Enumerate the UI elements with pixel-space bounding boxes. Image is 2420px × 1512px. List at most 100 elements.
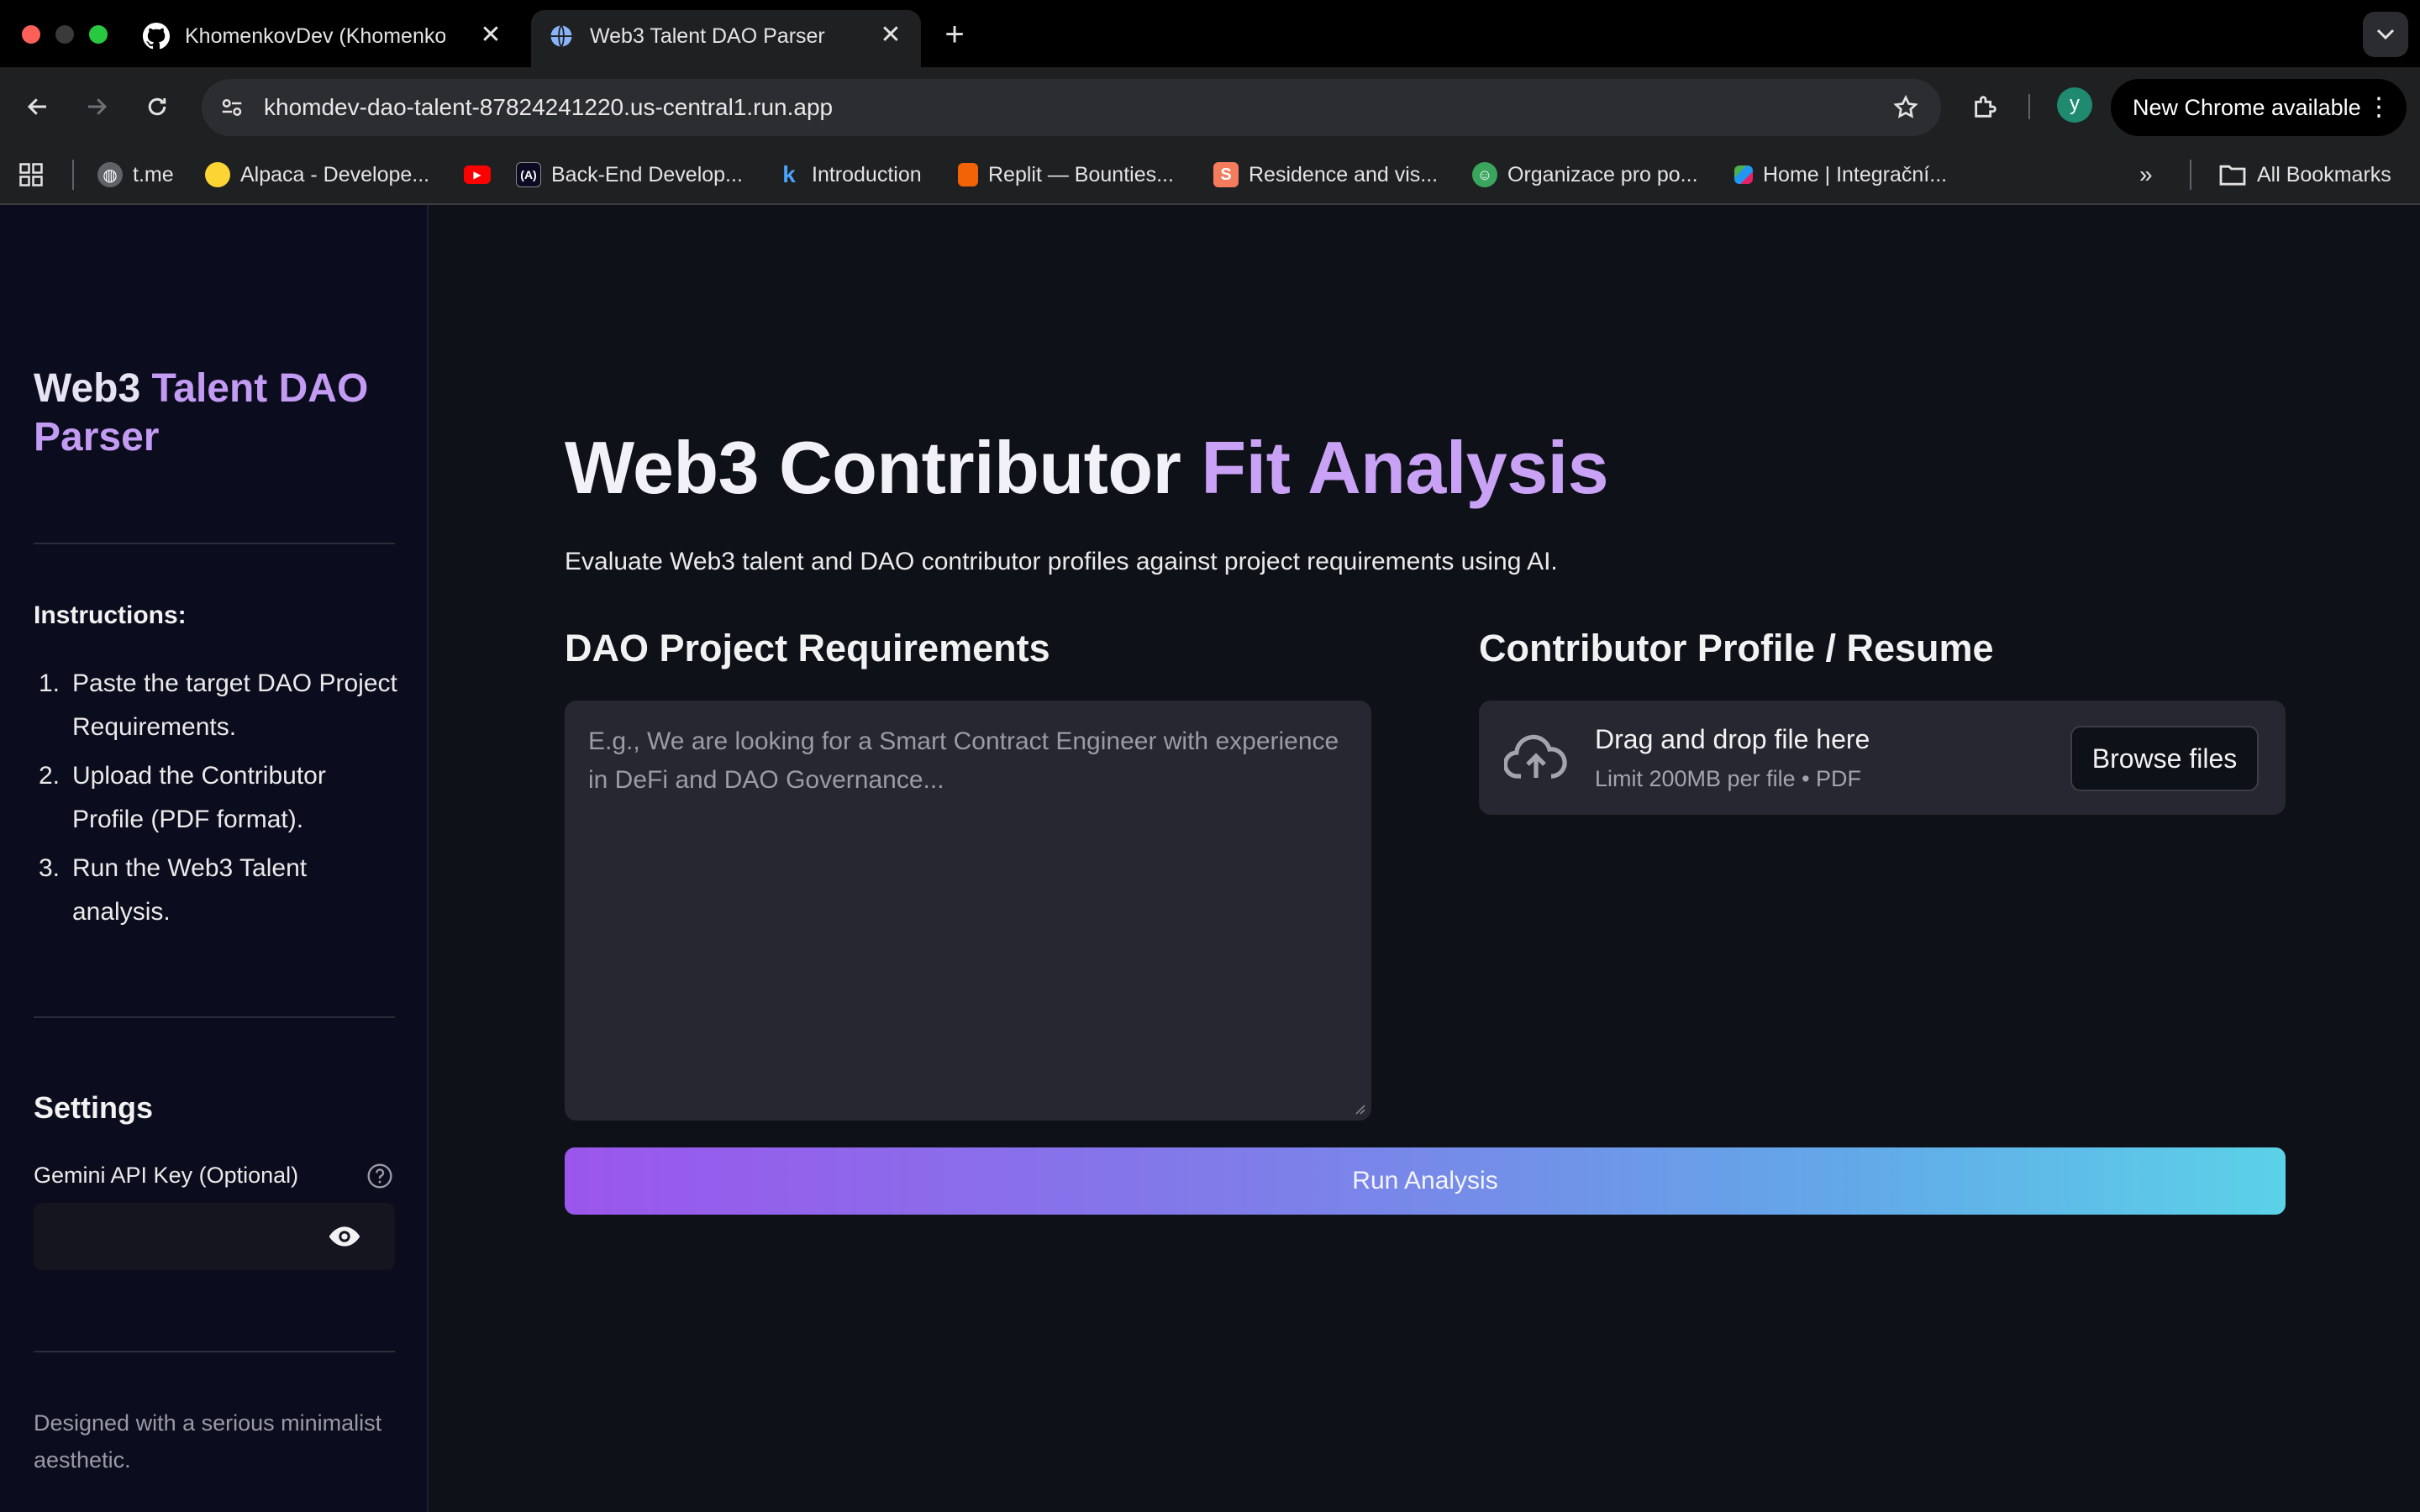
bookmarks-bar: ◍ t.me Alpaca - Develope... ▶ (A) Back-E… bbox=[0, 146, 2420, 205]
all-bookmarks-button[interactable]: All Bookmarks bbox=[2218, 158, 2391, 192]
help-icon[interactable] bbox=[366, 1163, 393, 1189]
instruction-item: 1. Paste the target DAO Project Requireme… bbox=[34, 662, 403, 749]
sidebar-divider bbox=[34, 543, 395, 544]
bookmark-item[interactable]: ▶ bbox=[464, 158, 501, 192]
requirements-textarea-wrapper bbox=[565, 701, 1371, 1121]
bookmark-label: Home | Integrační... bbox=[1763, 162, 1948, 186]
reload-button[interactable] bbox=[136, 86, 178, 128]
window-zoom-button[interactable] bbox=[89, 25, 108, 44]
requirements-textarea[interactable] bbox=[566, 702, 1370, 1119]
chevron-down-icon bbox=[2376, 29, 2395, 40]
sidebar-divider bbox=[34, 1351, 395, 1352]
address-bar[interactable]: khomdev-dao-talent-87824241220.us-centra… bbox=[202, 79, 1941, 136]
new-tab-button[interactable]: + bbox=[934, 15, 975, 55]
instruction-text: Upload the Contributor Profile (PDF form… bbox=[72, 762, 326, 833]
sidebar: Web3 Talent DAO Parser Instructions: 1. P… bbox=[0, 205, 429, 1512]
smiley-icon: ☺ bbox=[1472, 162, 1497, 187]
replit-icon bbox=[958, 163, 978, 186]
bookmark-item[interactable]: ☺ Organizace pro po... bbox=[1472, 158, 1698, 192]
show-password-eye-icon[interactable] bbox=[328, 1221, 361, 1252]
file-dropzone[interactable]: Drag and drop file here Limit 200MB per … bbox=[1479, 701, 2286, 815]
tab-title: KhomenkovDev (Khomenkov bbox=[185, 24, 445, 48]
apps-grid-button[interactable] bbox=[18, 158, 44, 192]
instruction-number: 2. bbox=[39, 762, 60, 790]
tab-web3-talent[interactable]: Web3 Talent DAO Parser ✕ bbox=[531, 10, 921, 67]
browser-tab-bar: KhomenkovDev (Khomenkov ✕ Web3 Talent DA… bbox=[0, 0, 2420, 67]
tab-github[interactable]: KhomenkovDev (Khomenkov ✕ bbox=[126, 10, 521, 67]
chrome-update-button[interactable]: New Chrome available ⋮ bbox=[2111, 79, 2407, 136]
s-icon: S bbox=[1213, 162, 1239, 187]
bookmark-item[interactable]: Alpaca - Develope... bbox=[205, 158, 429, 192]
window-close-button[interactable] bbox=[22, 25, 40, 44]
cloud-upload-icon bbox=[1504, 732, 1568, 783]
profile-heading: Contributor Profile / Resume bbox=[1479, 627, 1994, 669]
bookmark-label: Residence and vis... bbox=[1249, 162, 1439, 186]
apps-grid-icon bbox=[19, 163, 43, 186]
bookmark-label: Back-End Develop... bbox=[551, 162, 743, 186]
bookmarks-divider bbox=[2190, 160, 2191, 190]
more-bookmarks-button[interactable]: » bbox=[2139, 158, 2153, 192]
arrow-left-icon bbox=[27, 98, 46, 115]
close-tab-icon[interactable]: ✕ bbox=[476, 20, 506, 50]
bookmark-label: Organizace pro po... bbox=[1507, 162, 1698, 186]
bookmark-label: Introduction bbox=[812, 162, 922, 186]
bookmarks-divider bbox=[72, 160, 74, 190]
instruction-text: Paste the target DAO Project Requirement… bbox=[72, 669, 397, 741]
page-title: Web3 Contributor Fit Analysis bbox=[565, 425, 1609, 511]
k-icon: k bbox=[782, 161, 796, 187]
app-title-part: Parser bbox=[34, 415, 160, 459]
bookmark-item[interactable]: Home | Integrační... bbox=[1734, 158, 1947, 192]
globe-icon: ◍ bbox=[97, 162, 123, 187]
double-chevron-right-icon: » bbox=[2139, 161, 2153, 187]
instruction-item: 2. Upload the Contributor Profile (PDF fo… bbox=[34, 754, 403, 842]
instruction-number: 1. bbox=[39, 669, 60, 697]
all-bookmarks-label: All Bookmarks bbox=[2257, 162, 2391, 186]
dropzone-title: Drag and drop file here bbox=[1595, 724, 1870, 754]
instructions-list: 1. Paste the target DAO Project Requireme… bbox=[34, 662, 403, 939]
tab-search-button[interactable] bbox=[2363, 12, 2408, 57]
forward-button[interactable] bbox=[76, 86, 118, 128]
arrow-right-icon bbox=[88, 98, 108, 115]
bookmark-item[interactable]: (A) Back-End Develop... bbox=[516, 158, 743, 192]
bookmark-item[interactable]: Replit — Bounties... bbox=[958, 158, 1174, 192]
profile-avatar[interactable]: y bbox=[2057, 87, 2092, 123]
bookmark-item[interactable]: S Residence and vis... bbox=[1213, 158, 1438, 192]
api-key-input[interactable] bbox=[34, 1203, 319, 1270]
bookmark-label: Replit — Bounties... bbox=[988, 162, 1174, 186]
instructions-heading: Instructions: bbox=[34, 601, 187, 629]
folder-icon bbox=[2219, 165, 2246, 186]
browse-files-button[interactable]: Browse files bbox=[2070, 726, 2259, 791]
window-minimize-button[interactable] bbox=[55, 25, 74, 44]
run-analysis-button[interactable]: Run Analysis bbox=[565, 1147, 2286, 1215]
reload-icon bbox=[148, 97, 166, 116]
bookmark-item[interactable]: k Introduction bbox=[776, 158, 922, 192]
app-title-part: Web3 bbox=[34, 366, 152, 411]
footer-note: Designed with a serious minimalist aesth… bbox=[34, 1410, 382, 1473]
bookmark-label: Alpaca - Develope... bbox=[240, 162, 430, 186]
grid-color-icon bbox=[1734, 165, 1753, 184]
instruction-item: 3. Run the Web3 Talent analysis. bbox=[34, 847, 403, 934]
bookmark-item[interactable]: ◍ t.me bbox=[97, 158, 174, 192]
instruction-text: Run the Web3 Talent analysis. bbox=[72, 854, 308, 926]
back-button[interactable] bbox=[17, 86, 59, 128]
api-key-field[interactable] bbox=[34, 1203, 395, 1270]
alpaca-icon bbox=[205, 162, 230, 187]
bookmark-star-icon[interactable] bbox=[1889, 91, 1923, 124]
site-settings-icon[interactable] bbox=[215, 91, 249, 124]
youtube-icon: ▶ bbox=[464, 165, 491, 184]
extensions-icon[interactable] bbox=[1966, 87, 2005, 126]
sidebar-divider bbox=[34, 1016, 395, 1018]
settings-heading: Settings bbox=[34, 1090, 154, 1125]
resize-handle-icon[interactable] bbox=[1353, 1102, 1366, 1116]
close-tab-icon[interactable]: ✕ bbox=[876, 20, 906, 50]
github-icon bbox=[143, 23, 170, 50]
toolbar-divider bbox=[2028, 94, 2030, 119]
requirements-heading: DAO Project Requirements bbox=[565, 627, 1050, 669]
update-label: New Chrome available bbox=[2133, 95, 2361, 120]
bookmark-label: t.me bbox=[133, 162, 174, 186]
page-subtitle: Evaluate Web3 talent and DAO contributor… bbox=[565, 548, 1558, 575]
api-key-label: Gemini API Key (Optional) bbox=[34, 1163, 299, 1188]
dropzone-limit: Limit 200MB per file • PDF bbox=[1595, 766, 1862, 791]
url-text: khomdev-dao-talent-87824241220.us-centra… bbox=[264, 94, 834, 120]
freecodecamp-icon: (A) bbox=[516, 162, 541, 187]
